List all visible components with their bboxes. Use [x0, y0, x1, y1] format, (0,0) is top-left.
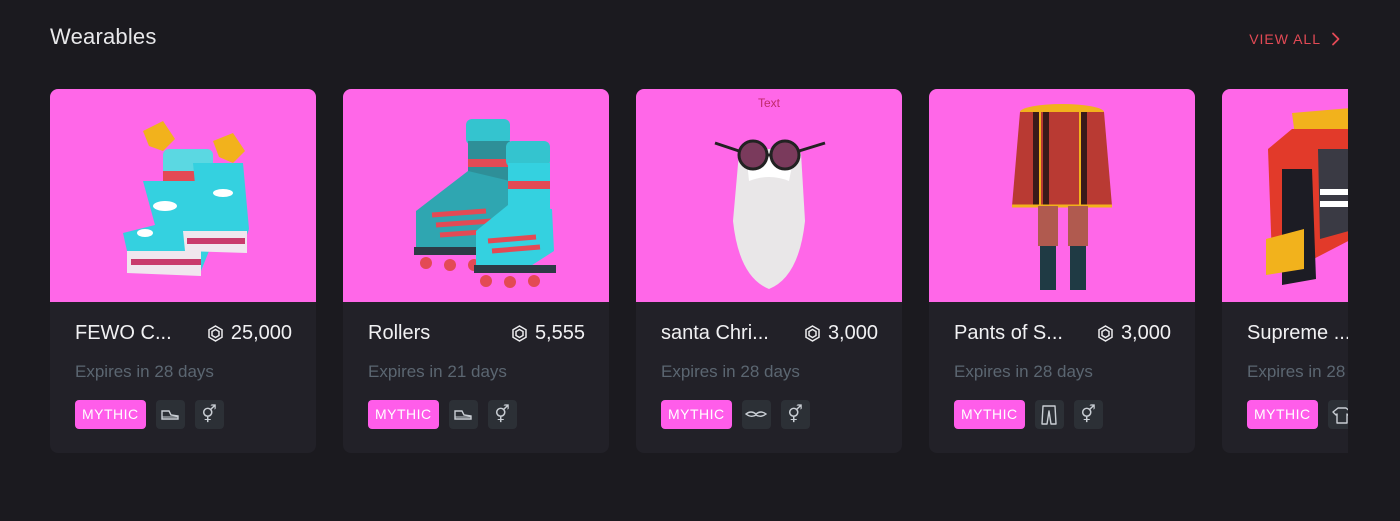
expiration-text: Expires in 28 days [954, 362, 1093, 381]
section-title: Wearables [50, 24, 157, 49]
unisex-icon: ⚥ [487, 400, 517, 429]
roller-skates-image [414, 118, 556, 288]
wearables-carousel[interactable]: FEWO C... 25,000 Expires in 28 days MYTH… [50, 89, 1348, 455]
price-value: 5,555 [534, 322, 585, 344]
wearable-price: 3,000 [804, 322, 878, 345]
unisex-icon: ⚥ [194, 400, 224, 429]
wearable-card[interactable]: Rollers 5,555 Expires in 21 days MYTHIC [343, 89, 609, 453]
mana-icon [512, 325, 527, 342]
view-all-link[interactable]: VIEW ALL [1249, 31, 1340, 47]
wearable-thumbnail [50, 89, 316, 302]
section-header: Wearables VIEW ALL [50, 24, 1340, 50]
mana-icon [208, 325, 223, 342]
rarity-badge: MYTHIC [1247, 400, 1318, 429]
rarity-badge: MYTHIC [368, 400, 439, 429]
wearable-name: santa Chri... [661, 322, 769, 344]
expiration-text: Expires in 21 days [368, 362, 507, 381]
mana-icon [1098, 325, 1113, 342]
mana-icon [805, 325, 820, 342]
expiration-text: Expires in 28 days [1247, 362, 1348, 381]
wearable-price: 5,555 [511, 322, 585, 345]
wearable-name: Supreme ... [1247, 322, 1348, 344]
wearable-price: 3,000 [1097, 322, 1171, 345]
fewo-boots-image [123, 120, 249, 276]
expiration-text: Expires in 28 days [75, 362, 214, 381]
wearable-thumbnail: Text [636, 89, 902, 302]
rarity-badge: MYTHIC [75, 400, 146, 429]
samurai-pants-image [1012, 103, 1112, 290]
facial-hair-icon [741, 400, 771, 429]
pants-icon [1034, 400, 1064, 429]
expiration-text: Expires in 28 days [661, 362, 800, 381]
thumbnail-overlay-text: Text [757, 96, 780, 110]
wearable-name: Rollers [368, 322, 431, 344]
chevron-right-icon [1332, 32, 1340, 46]
wearable-name: Pants of S... [954, 322, 1063, 344]
view-all-label: VIEW ALL [1249, 31, 1321, 47]
unisex-icon: ⚥ [1073, 400, 1103, 429]
rarity-badge: MYTHIC [954, 400, 1025, 429]
rarity-badge: MYTHIC [661, 400, 732, 429]
price-value: 3,000 [827, 322, 878, 344]
price-value: 25,000 [230, 322, 292, 344]
upper-body-icon [1327, 400, 1348, 429]
wearable-card[interactable]: FEWO C... 25,000 Expires in 28 days MYTH… [50, 89, 316, 453]
wearable-thumbnail [1222, 89, 1348, 302]
price-value: 3,000 [1120, 322, 1171, 344]
wearable-thumbnail [929, 89, 1195, 302]
unisex-icon: ⚥ [780, 400, 810, 429]
wearable-card[interactable]: Text santa Chri... 3,000 Expires in 28 d… [636, 89, 902, 453]
feet-icon [155, 400, 185, 429]
wearable-name: FEWO C... [75, 322, 172, 344]
feet-icon [448, 400, 478, 429]
supreme-jacket-image [1266, 108, 1348, 285]
wearable-price: 25,000 [207, 322, 292, 345]
santa-beard-glasses-image [714, 139, 826, 289]
wearable-thumbnail [343, 89, 609, 302]
wearable-card[interactable]: Supreme ... Expires in 28 days MYTHIC [1222, 89, 1348, 453]
wearable-card[interactable]: Pants of S... 3,000 Expires in 28 days M… [929, 89, 1195, 453]
